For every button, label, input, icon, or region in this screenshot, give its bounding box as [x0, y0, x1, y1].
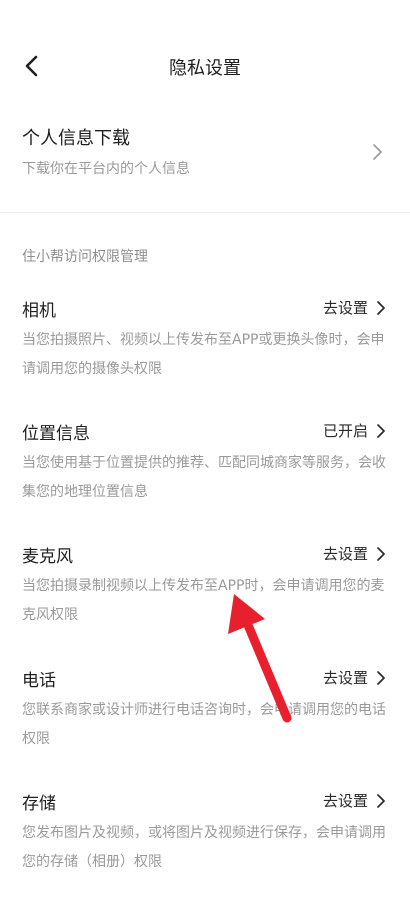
chevron-right-icon — [377, 670, 385, 685]
privacy-settings-page: 隐私设置 个人信息下载 下载你在平台内的个人信息 住小帮访问权限管理 相机 去设… — [0, 0, 410, 914]
section-divider — [0, 212, 410, 213]
permission-action-button[interactable]: 去设置 — [323, 790, 386, 811]
chevron-right-icon — [377, 546, 385, 561]
permission-title: 位置信息 — [22, 424, 90, 444]
chevron-right-icon — [373, 144, 382, 160]
permission-action-button[interactable]: 已开启 — [323, 420, 386, 441]
permission-action-button[interactable]: 去设置 — [323, 667, 386, 688]
permission-action-button[interactable]: 去设置 — [323, 543, 386, 564]
permission-title: 电话 — [22, 671, 56, 691]
personal-info-download-item[interactable]: 个人信息下载 下载你在平台内的个人信息 — [0, 106, 410, 206]
header: 隐私设置 — [0, 40, 410, 94]
section-label: 住小帮访问权限管理 — [22, 249, 148, 265]
permission-description: 当您拍摄录制视频以上传发布至APP时，会申请调用您的麦克风权限 — [22, 578, 385, 623]
permission-action-button[interactable]: 去设置 — [323, 297, 386, 318]
page-title: 隐私设置 — [169, 58, 241, 79]
permission-description: 当您使用基于位置提供的推荐、匹配同城商家等服务，会收集您的地理位置信息 — [22, 455, 386, 500]
permission-title: 麦克风 — [22, 547, 73, 567]
chevron-right-icon — [377, 423, 385, 438]
chevron-right-icon — [377, 793, 385, 808]
permission-item-storage: 存储 去设置 您发布图片及视频，或将图片及视频进行保存，会申请调用您的存储（相册… — [0, 789, 410, 909]
permission-description: 您发布图片及视频，或将图片及视频进行保存，会申请调用您的存储（相册）权限 — [22, 825, 386, 870]
permission-item-microphone: 麦克风 去设置 当您拍摄录制视频以上传发布至APP时，会申请调用您的麦克风权限 — [0, 542, 410, 662]
permission-action-label: 去设置 — [322, 792, 368, 810]
permission-action-label: 去设置 — [322, 299, 368, 317]
permission-item-location: 位置信息 已开启 当您使用基于位置提供的推荐、匹配同城商家等服务，会收集您的地理… — [0, 419, 410, 539]
permission-description: 您联系商家或设计师进行电话咨询时，会申请调用您的电话权限 — [22, 702, 386, 747]
permission-item-camera: 相机 去设置 当您拍摄照片、视频以上传发布至APP或更换头像时，会申请调用您的摄… — [0, 296, 410, 416]
permission-action-label: 已开启 — [322, 422, 368, 440]
permission-action-label: 去设置 — [322, 669, 368, 687]
download-title: 个人信息下载 — [22, 128, 130, 149]
permission-item-phone: 电话 去设置 您联系商家或设计师进行电话咨询时，会申请调用您的电话权限 — [0, 666, 410, 786]
chevron-right-icon — [377, 300, 385, 315]
permission-title: 存储 — [22, 794, 56, 814]
permission-action-label: 去设置 — [322, 545, 368, 563]
download-subtitle: 下载你在平台内的个人信息 — [22, 161, 190, 177]
permission-description: 当您拍摄照片、视频以上传发布至APP或更换头像时，会申请调用您的摄像头权限 — [22, 332, 385, 377]
permission-title: 相机 — [22, 301, 56, 321]
